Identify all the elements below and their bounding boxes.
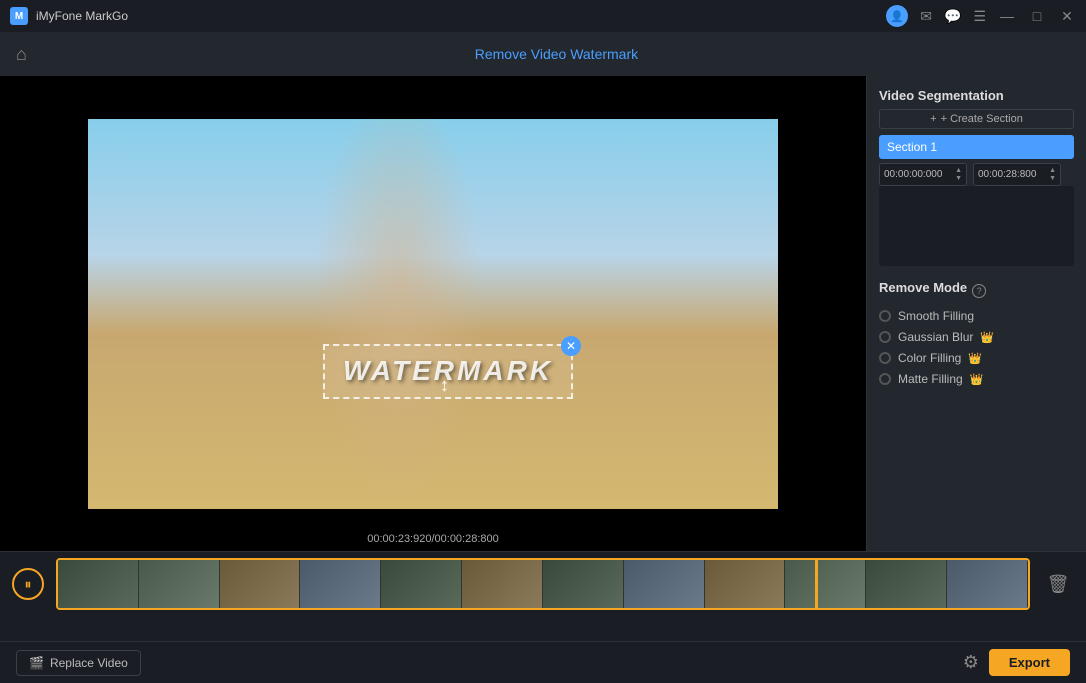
time-start-value: 00:00:00:000 xyxy=(884,169,942,180)
radio-color-label: Color Filling xyxy=(898,351,961,365)
create-section-label: + Create Section xyxy=(941,113,1023,125)
radio-matte-circle xyxy=(879,373,891,385)
remove-mode-header: Remove Mode ? xyxy=(879,280,1074,301)
crown-color-icon: 👑 xyxy=(968,352,982,365)
video-frame[interactable]: WATERMARK ✕ ↕ xyxy=(88,119,778,509)
section-1-label: Section 1 xyxy=(887,140,937,154)
user-avatar-icon[interactable]: 👤 xyxy=(886,5,908,27)
delete-button[interactable]: 🗑 xyxy=(1042,568,1074,600)
radio-matte-label: Matte Filling xyxy=(898,372,963,386)
app-icon: M xyxy=(10,7,28,25)
time-start-input[interactable]: 00:00:00:000 ▲ ▼ xyxy=(879,163,967,186)
radio-gaussian-label: Gaussian Blur xyxy=(898,330,973,344)
main-content: WATERMARK ✕ ↕ 00:00:23:920/00:00:28:800 … xyxy=(0,76,1086,551)
remove-mode-title: Remove Mode xyxy=(879,280,967,295)
home-button[interactable]: ⌂ xyxy=(16,44,27,65)
watermark-selection-box[interactable]: WATERMARK ✕ ↕ xyxy=(323,344,573,399)
radio-matte-filling[interactable]: Matte Filling 👑 xyxy=(879,372,1074,386)
right-panel: Video Segmentation + + Create Section Se… xyxy=(866,76,1086,551)
watermark-close-button[interactable]: ✕ xyxy=(561,336,581,356)
time-end-arrows[interactable]: ▲ ▼ xyxy=(1049,167,1056,182)
thumb-9 xyxy=(705,560,786,608)
replace-video-label: Replace Video xyxy=(50,656,128,670)
time-start-down[interactable]: ▼ xyxy=(955,175,962,182)
minimize-button[interactable]: — xyxy=(998,7,1016,25)
remove-mode-section: Remove Mode ? Smooth Filling Gaussian Bl… xyxy=(879,280,1074,393)
thumb-3 xyxy=(220,560,301,608)
thumb-6 xyxy=(462,560,543,608)
close-button[interactable]: ✕ xyxy=(1058,7,1076,25)
thumb-5 xyxy=(381,560,462,608)
thumb-2 xyxy=(139,560,220,608)
section-1-item[interactable]: Section 1 xyxy=(879,135,1074,159)
timeline-controls: ⏸ 🗑 xyxy=(0,552,1086,616)
thumb-12 xyxy=(947,560,1028,608)
mail-icon[interactable]: ✉ xyxy=(920,8,932,25)
time-start-up[interactable]: ▲ xyxy=(955,167,962,174)
plus-icon: + xyxy=(930,113,936,125)
time-end-value: 00:00:28:800 xyxy=(978,169,1036,180)
playhead-handle xyxy=(810,558,823,560)
cursor-indicator: ↕ xyxy=(440,375,456,397)
titlebar-left: M iMyFone MarkGo xyxy=(10,7,128,25)
radio-smooth-circle xyxy=(879,310,891,322)
replace-video-button[interactable]: 🎬 Replace Video xyxy=(16,650,141,676)
crown-matte-icon: 👑 xyxy=(970,373,984,386)
thumb-10 xyxy=(785,560,866,608)
thumb-4 xyxy=(300,560,381,608)
time-start-arrows[interactable]: ▲ ▼ xyxy=(955,167,962,182)
chat-icon[interactable]: 💬 xyxy=(944,8,961,25)
segmentation-title: Video Segmentation xyxy=(879,88,1074,103)
radio-gaussian-blur[interactable]: Gaussian Blur 👑 xyxy=(879,330,1074,344)
help-icon[interactable]: ? xyxy=(972,284,986,298)
page-title: Remove Video Watermark xyxy=(43,46,1070,62)
replace-icon: 🎬 xyxy=(29,656,44,670)
create-section-button[interactable]: + + Create Section xyxy=(879,109,1074,129)
radio-smooth-label: Smooth Filling xyxy=(898,309,974,323)
maximize-button[interactable]: □ xyxy=(1028,7,1046,25)
video-outer: WATERMARK ✕ ↕ xyxy=(0,76,866,551)
timeline-track[interactable] xyxy=(56,558,1030,610)
time-end-up[interactable]: ▲ xyxy=(1049,167,1056,174)
export-button[interactable]: Export xyxy=(989,649,1070,676)
radio-color-filling[interactable]: Color Filling 👑 xyxy=(879,351,1074,365)
thumb-8 xyxy=(624,560,705,608)
section-time-row: 00:00:00:000 ▲ ▼ 00:00:28:800 ▲ ▼ xyxy=(879,163,1074,186)
thumb-11 xyxy=(866,560,947,608)
app-title: iMyFone MarkGo xyxy=(36,9,128,23)
navbar: ⌂ Remove Video Watermark xyxy=(0,32,1086,76)
timeline-thumbnails xyxy=(58,560,1028,608)
segmentation-section: Video Segmentation + + Create Section Se… xyxy=(879,88,1074,266)
bottom-area: ⏸ 🗑 xyxy=(0,551,1086,641)
video-area: WATERMARK ✕ ↕ 00:00:23:920/00:00:28:800 xyxy=(0,76,866,551)
video-background xyxy=(88,119,778,509)
thumb-1 xyxy=(58,560,139,608)
footer-right: ⚙ Export xyxy=(963,649,1070,676)
segmentation-empty-area xyxy=(879,186,1074,266)
settings-icon[interactable]: ⚙ xyxy=(963,652,979,673)
crown-gaussian-icon: 👑 xyxy=(980,331,994,344)
radio-gaussian-circle xyxy=(879,331,891,343)
footer: 🎬 Replace Video ⚙ Export xyxy=(0,641,1086,683)
thumb-7 xyxy=(543,560,624,608)
menu-icon[interactable]: ☰ xyxy=(973,8,986,25)
time-end-down[interactable]: ▼ xyxy=(1049,175,1056,182)
titlebar: M iMyFone MarkGo 👤 ✉ 💬 ☰ — □ ✕ xyxy=(0,0,1086,32)
radio-color-circle xyxy=(879,352,891,364)
titlebar-right: 👤 ✉ 💬 ☰ — □ ✕ xyxy=(886,5,1076,27)
time-end-input[interactable]: 00:00:28:800 ▲ ▼ xyxy=(973,163,1061,186)
timeline-playhead[interactable] xyxy=(815,558,818,609)
play-pause-button[interactable]: ⏸ xyxy=(12,568,44,600)
radio-smooth-filling[interactable]: Smooth Filling xyxy=(879,309,1074,323)
time-display: 00:00:23:920/00:00:28:800 xyxy=(367,533,499,545)
